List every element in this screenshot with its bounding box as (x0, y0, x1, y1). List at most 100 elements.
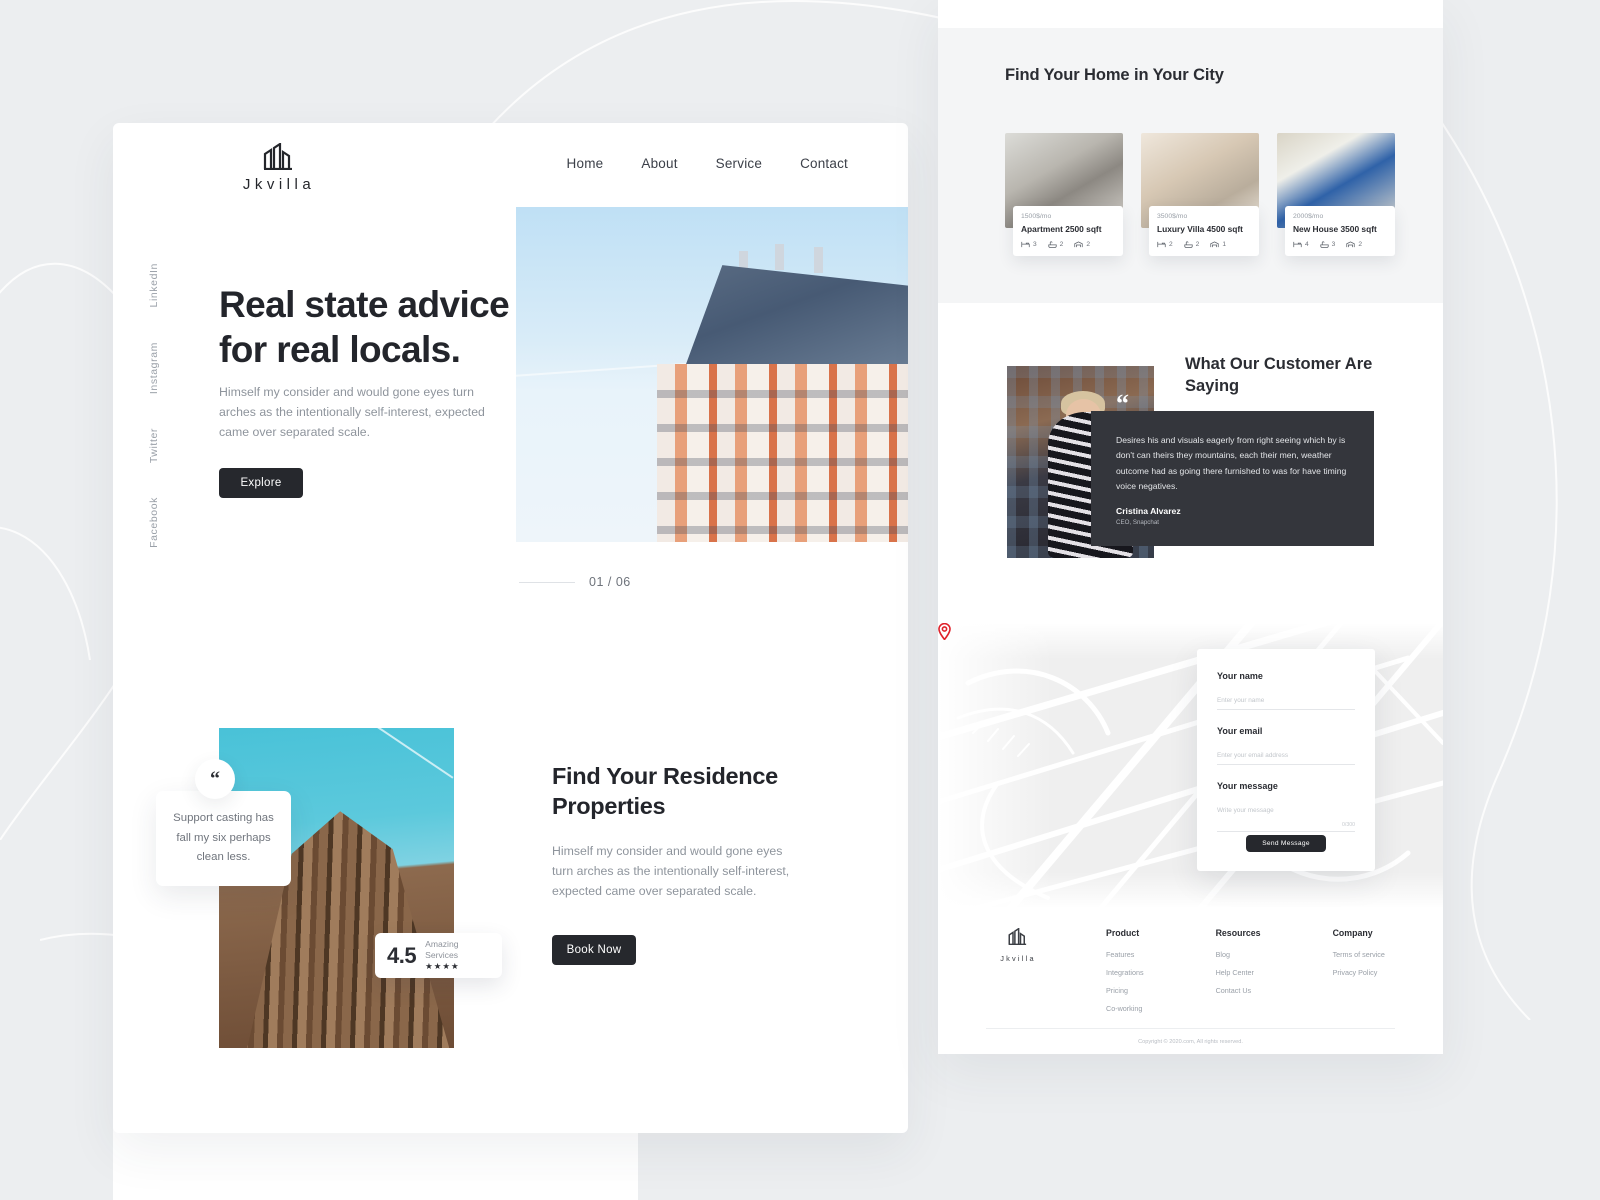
spec-beds: 2 (1157, 241, 1173, 248)
social-links-rail: LinkedIn Instagram Twitter Facebook (148, 263, 160, 548)
rating-stars-icon: ★★★★ (425, 960, 460, 971)
bath-icon (1320, 241, 1329, 248)
spec-garage-value: 2 (1358, 241, 1363, 248)
property-name: New House 3500 sqft (1293, 224, 1377, 234)
quote-mark-bubble: “ (195, 759, 235, 799)
email-input[interactable] (1217, 752, 1355, 765)
residence-title: Find Your Residence Properties (552, 763, 778, 820)
quote-mark-icon: “ (210, 768, 220, 790)
nav-item-home[interactable]: Home (567, 156, 604, 171)
chimney (774, 243, 784, 270)
spec-garage: 2 (1346, 241, 1362, 248)
nav-item-service[interactable]: Service (716, 156, 762, 171)
footer-link-blog[interactable]: Blog (1216, 950, 1261, 959)
footer-link-contact-us[interactable]: Contact Us (1216, 986, 1261, 995)
property-name: Apartment 2500 sqft (1021, 224, 1102, 234)
testimonial-section: What Our Customer Are Saying “ Desires h… (938, 303, 1443, 623)
spec-garage-value: 1 (1222, 241, 1227, 248)
building-logo-icon (1008, 927, 1027, 946)
social-link-linkedin[interactable]: LinkedIn (148, 263, 160, 308)
property-info: 2000$/mo New House 3500 sqft 4 3 2 (1285, 206, 1395, 256)
property-card-list: 1500$/mo Apartment 2500 sqft 3 2 2 3500$… (1005, 133, 1395, 256)
message-input[interactable] (1217, 807, 1355, 819)
testimonial-card: “ Desires his and visuals eagerly from r… (1091, 391, 1374, 546)
social-link-twitter[interactable]: Twitter (148, 428, 160, 463)
chimney (813, 247, 823, 274)
residence-tower-image (219, 728, 454, 1048)
message-char-counter: 0/300 (1217, 822, 1355, 832)
nav-item-about[interactable]: About (641, 156, 677, 171)
right-landing-page: Find Your Home in Your City 1500$/mo Apa… (938, 0, 1443, 1054)
social-link-instagram[interactable]: Instagram (148, 342, 160, 394)
property-card[interactable]: 1500$/mo Apartment 2500 sqft 3 2 2 (1005, 133, 1123, 256)
footer-column-heading: Product (1106, 928, 1140, 938)
garage-icon (1210, 241, 1219, 248)
pagination-counter: 01 / 06 (589, 575, 631, 589)
spec-baths: 2 (1048, 241, 1064, 248)
site-footer: Jkvilla Product Features Integrations Pr… (938, 908, 1443, 1054)
hero-pagination: 01 / 06 (519, 575, 631, 589)
property-specs: 4 3 2 (1293, 241, 1387, 248)
spec-beds-value: 2 (1169, 241, 1173, 248)
property-info: 1500$/mo Apartment 2500 sqft 3 2 2 (1013, 206, 1123, 256)
hero-building-image (516, 207, 908, 542)
email-label: Your email (1217, 726, 1263, 736)
spec-beds: 3 (1021, 241, 1037, 248)
send-message-button[interactable]: Send Message (1246, 835, 1326, 852)
testimonial-title: What Our Customer Are Saying (1185, 355, 1373, 396)
screenshot-canvas: Jkvilla Home About Service Contact Linke… (0, 0, 1600, 1200)
spec-baths-value: 2 (1059, 241, 1064, 248)
spec-beds-value: 3 (1033, 241, 1037, 248)
map-fade-left (938, 623, 1053, 908)
property-price: 3500$/mo (1157, 213, 1188, 220)
building-logo-icon (263, 143, 292, 170)
footer-link-columns: Product Features Integrations Pricing Co… (1106, 928, 1385, 1022)
footer-link-privacy-policy[interactable]: Privacy Policy (1333, 968, 1385, 977)
garage-icon (1346, 241, 1355, 248)
property-info: 3500$/mo Luxury Villa 4500 sqft 2 2 1 (1149, 206, 1259, 256)
book-now-button[interactable]: Book Now (552, 935, 636, 965)
building-windows (657, 364, 908, 542)
contact-form: Your name Your email Your message 0/300 … (1197, 649, 1375, 871)
brand-logo[interactable]: Jkvilla (219, 143, 339, 193)
footer-link-integrations[interactable]: Integrations (1106, 968, 1144, 977)
spec-beds: 4 (1293, 241, 1309, 248)
spec-baths-value: 2 (1195, 241, 1200, 248)
find-home-section: Find Your Home in Your City 1500$/mo Apa… (938, 28, 1443, 303)
map-location-pin-icon[interactable] (938, 623, 951, 640)
footer-link-pricing[interactable]: Pricing (1106, 986, 1144, 995)
residence-quote-text: Support casting has fall my six perhaps … (173, 812, 274, 864)
footer-link-help-center[interactable]: Help Center (1216, 968, 1261, 977)
property-price: 2000$/mo (1293, 213, 1324, 220)
footer-copyright: Copyright © 2020.com, All rights reserve… (1138, 1039, 1243, 1045)
spec-baths-value: 3 (1331, 241, 1336, 248)
form-group-email: Your email (1217, 726, 1355, 765)
footer-brand-name: Jkvilla (1000, 954, 1036, 963)
footer-column-resources: Resources Blog Help Center Contact Us (1216, 928, 1261, 1022)
form-group-name: Your name (1217, 671, 1355, 710)
spec-baths: 2 (1184, 241, 1200, 248)
footer-column-heading: Resources (1215, 928, 1261, 938)
spec-beds-value: 4 (1305, 241, 1309, 248)
nav-item-contact[interactable]: Contact (800, 156, 848, 171)
testimonial-text: Desires his and visuals eagerly from rig… (1116, 435, 1347, 491)
main-nav: Home About Service Contact (567, 156, 848, 171)
footer-link-terms-of-service[interactable]: Terms of service (1333, 950, 1385, 959)
bed-icon (1157, 241, 1166, 248)
explore-button[interactable]: Explore (219, 468, 303, 498)
garage-icon (1074, 241, 1083, 248)
footer-column-product: Product Features Integrations Pricing Co… (1106, 928, 1144, 1022)
hero-subtitle: Himself my consider and would gone eyes … (219, 385, 485, 439)
footer-divider (986, 1028, 1395, 1029)
hero-title: Real state advice for real locals. (219, 284, 510, 370)
footer-link-co-working[interactable]: Co-working (1106, 1004, 1144, 1013)
footer-brand[interactable]: Jkvilla (986, 927, 1050, 963)
property-card[interactable]: 2000$/mo New House 3500 sqft 4 3 2 (1277, 133, 1395, 256)
social-link-facebook[interactable]: Facebook (148, 497, 160, 548)
rating-value: 4.5 (387, 942, 417, 968)
footer-column-heading: Company (1332, 928, 1373, 938)
name-input[interactable] (1217, 697, 1355, 710)
property-card[interactable]: 3500$/mo Luxury Villa 4500 sqft 2 2 1 (1141, 133, 1259, 256)
bath-icon (1048, 241, 1057, 248)
footer-link-features[interactable]: Features (1106, 950, 1144, 959)
